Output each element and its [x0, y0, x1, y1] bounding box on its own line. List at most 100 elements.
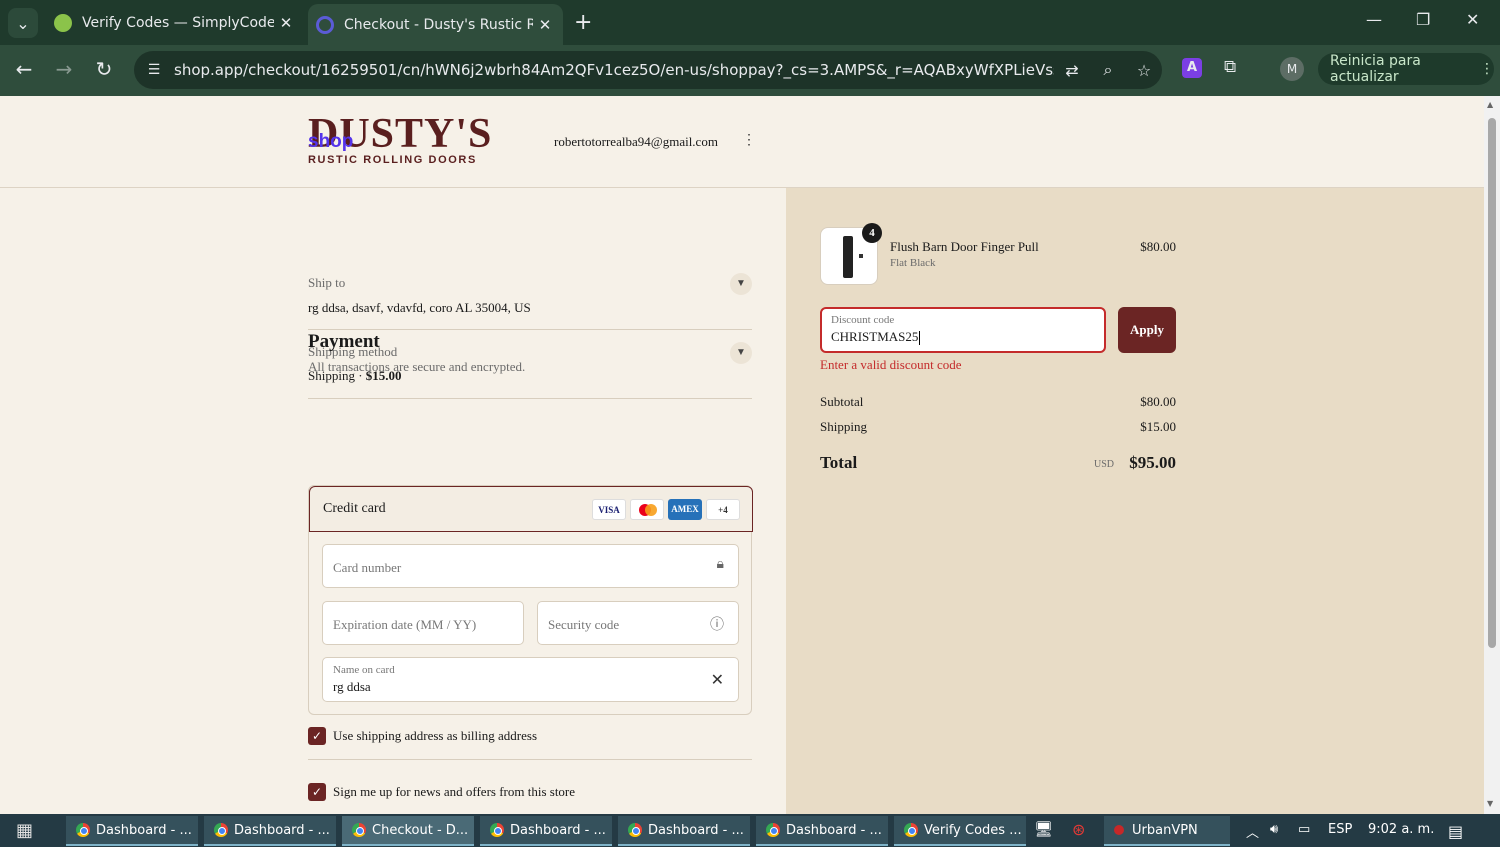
- ship-to-chevron-icon[interactable]: ▼: [730, 273, 752, 295]
- taskbar-item-label: Verify Codes ...: [924, 822, 1022, 838]
- name-on-card-label: Name on card: [333, 664, 395, 676]
- shipping-value: $15.00: [1140, 419, 1176, 434]
- address-bar[interactable]: ☰ shop.app/checkout/16259501/cn/hWN6j2wb…: [134, 51, 1162, 89]
- volume-icon[interactable]: 🔊︎: [1270, 822, 1278, 837]
- total-value: $95.00: [1129, 453, 1176, 472]
- vpn-shield-icon[interactable]: ⊛: [1072, 820, 1085, 839]
- restore-icon[interactable]: ❐: [1416, 10, 1430, 29]
- clear-icon[interactable]: ✕: [711, 670, 724, 690]
- chrome-icon: [628, 823, 642, 837]
- taskbar-item[interactable]: Verify Codes ...: [894, 816, 1026, 846]
- task-view-icon[interactable]: ▦: [16, 820, 40, 842]
- forward-icon[interactable]: →: [50, 57, 78, 81]
- scroll-up-icon[interactable]: ▲: [1487, 100, 1493, 109]
- name-on-card-field[interactable]: Name on card rg ddsa ✕: [322, 657, 739, 702]
- chrome-icon: [352, 823, 366, 837]
- billing-checkbox[interactable]: ✓: [308, 727, 326, 745]
- back-icon[interactable]: ←: [10, 57, 38, 81]
- network-icon[interactable]: ▭: [1298, 822, 1310, 837]
- barn-door-pull-image: [843, 236, 853, 278]
- payment-title: Payment: [308, 331, 380, 352]
- help-circle-icon[interactable]: ⓘ: [710, 614, 724, 634]
- clock[interactable]: 9:02 a. m.: [1368, 822, 1434, 837]
- lock-icon: 🔒︎: [716, 557, 724, 572]
- tab-title: Verify Codes — SimplyCodes: [82, 14, 274, 31]
- product-name: Flush Barn Door Finger Pull: [890, 239, 1039, 254]
- taskbar-item[interactable]: UrbanVPN: [1104, 816, 1230, 846]
- taskbar-item[interactable]: Checkout - D...: [342, 816, 474, 846]
- site-info-icon[interactable]: ☰: [134, 62, 174, 78]
- language-indicator[interactable]: ESP: [1328, 822, 1352, 837]
- url-text[interactable]: shop.app/checkout/16259501/cn/hWN6j2wbrh…: [174, 61, 1054, 79]
- scroll-thumb[interactable]: [1488, 118, 1496, 648]
- tray-chevron-up-icon[interactable]: ︿: [1246, 822, 1259, 841]
- amex-icon: AMEX: [668, 499, 702, 520]
- expiration-date-field[interactable]: Expiration date (MM / YY): [322, 601, 524, 645]
- chevron-down-icon: ⌄: [16, 13, 30, 33]
- chrome-icon: [904, 823, 918, 837]
- shop-pay-logo: shop: [308, 131, 354, 152]
- update-label: Reinicia para actualizar: [1330, 53, 1421, 85]
- reload-icon[interactable]: ↻: [90, 57, 118, 81]
- card-number-field[interactable]: Card number 🔒︎: [322, 544, 739, 588]
- update-button[interactable]: Reinicia para actualizar ⋮: [1318, 53, 1494, 85]
- divider: [308, 398, 752, 399]
- scroll-down-icon[interactable]: ▼: [1487, 799, 1493, 808]
- ship-to-label: Ship to: [308, 275, 346, 290]
- page-scrollbar[interactable]: ▲ ▼: [1484, 96, 1500, 814]
- extensions-puzzle-icon[interactable]: ⧉: [1224, 57, 1236, 77]
- translate-icon[interactable]: ⇄: [1054, 61, 1090, 80]
- product-price: $80.00: [1140, 239, 1176, 254]
- close-tab-icon[interactable]: ✕: [274, 14, 298, 32]
- tab-search-button[interactable]: ⌄: [8, 8, 38, 38]
- browser-tab-strip: ⌄ Verify Codes — SimplyCodes ✕ Checkout …: [0, 0, 1500, 45]
- account-menu-icon[interactable]: ⋮: [742, 132, 756, 149]
- remote-desktop-icon[interactable]: 🖥︎: [1034, 820, 1053, 838]
- chrome-icon: [766, 823, 780, 837]
- close-window-icon[interactable]: ✕: [1466, 10, 1479, 29]
- ship-to-value: rg ddsa, dsavf, vdavfd, coro AL 35004, U…: [308, 300, 531, 315]
- taskbar-item[interactable]: Dashboard - ...: [618, 816, 750, 846]
- urbanvpn-icon: [1114, 825, 1124, 835]
- divider: [308, 329, 752, 330]
- discount-code-value-wrap: CHRISTMAS25: [831, 329, 921, 346]
- taskbar-item[interactable]: Dashboard - ...: [756, 816, 888, 846]
- discount-code-input[interactable]: Discount code CHRISTMAS25: [820, 307, 1106, 353]
- apply-button[interactable]: Apply: [1118, 307, 1176, 353]
- credit-card-option[interactable]: Credit card VISA AMEX +4: [309, 486, 753, 532]
- new-tab-button[interactable]: +: [574, 10, 592, 35]
- taskbar-item[interactable]: Dashboard - ...: [204, 816, 336, 846]
- subtotal-label: Subtotal: [820, 394, 864, 409]
- discount-error-message: Enter a valid discount code: [820, 357, 962, 372]
- tab-checkout[interactable]: Checkout - Dusty's Rustic Rollin ✕: [308, 4, 563, 45]
- news-checkbox-label[interactable]: Sign me up for news and offers from this…: [333, 784, 575, 800]
- billing-checkbox-label[interactable]: Use shipping address as billing address: [333, 728, 537, 744]
- shop-favicon-icon: [316, 15, 334, 34]
- taskbar-item[interactable]: Dashboard - ...: [480, 816, 612, 846]
- order-summary-pane: [786, 188, 1484, 814]
- taskbar-item[interactable]: Dashboard - ...: [66, 816, 198, 846]
- news-checkbox[interactable]: ✓: [308, 783, 326, 801]
- tab-verify-codes[interactable]: Verify Codes — SimplyCodes ✕: [46, 0, 304, 45]
- text-caret: [919, 331, 921, 346]
- profile-avatar[interactable]: M: [1280, 57, 1304, 81]
- taskbar-item-label: Dashboard - ...: [786, 822, 882, 838]
- notifications-icon[interactable]: ▤: [1448, 822, 1463, 841]
- taskbar-item-label: Checkout - D...: [372, 822, 469, 838]
- menu-kebab-icon: ⋮: [1480, 61, 1494, 77]
- close-tab-icon[interactable]: ✕: [533, 16, 557, 34]
- total-label: Total: [820, 453, 858, 472]
- security-code-placeholder: Security code: [548, 617, 620, 632]
- chrome-icon: [76, 823, 90, 837]
- security-code-field[interactable]: Security code ⓘ: [537, 601, 739, 645]
- taskbar-item-label: Dashboard - ...: [510, 822, 606, 838]
- extension-a-icon[interactable]: A: [1182, 58, 1202, 78]
- shipping-method-chevron-icon[interactable]: ▼: [730, 342, 752, 364]
- payment-subtitle: All transactions are secure and encrypte…: [308, 359, 526, 374]
- bookmark-star-icon[interactable]: ☆: [1126, 61, 1162, 80]
- minimize-icon[interactable]: —: [1366, 10, 1382, 29]
- taskbar-item-label: Dashboard - ...: [96, 822, 192, 838]
- card-number-placeholder: Card number: [333, 560, 402, 575]
- zoom-icon[interactable]: ⌕: [1090, 60, 1126, 80]
- shipping-label: Shipping: [820, 419, 867, 434]
